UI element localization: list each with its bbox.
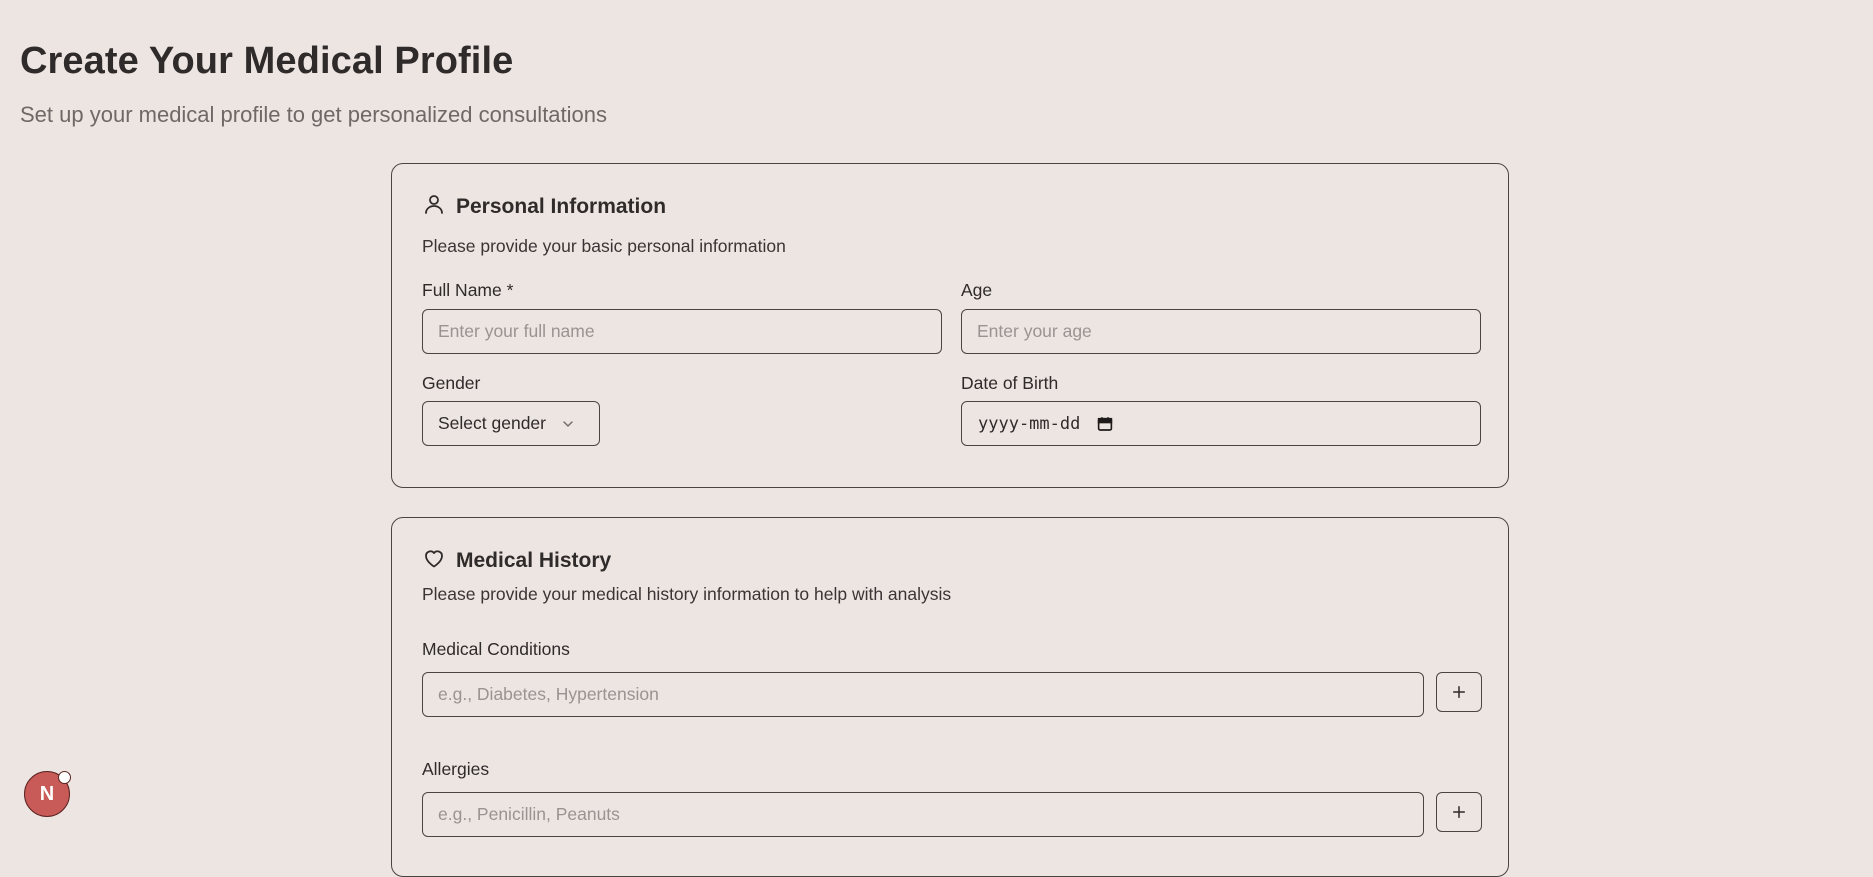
plus-icon — [1450, 803, 1468, 821]
medical-conditions-label: Medical Conditions — [422, 639, 570, 659]
avatar-letter: N — [39, 782, 55, 805]
date-of-birth-label: Date of Birth — [961, 373, 1059, 393]
personal-information-header: Personal Information — [422, 192, 666, 221]
age-input[interactable] — [961, 309, 1481, 354]
medical-history-header: Medical History — [422, 546, 611, 575]
add-allergy-button[interactable] — [1436, 792, 1482, 832]
medical-history-description: Please provide your medical history info… — [422, 584, 952, 604]
gender-label: Gender — [422, 373, 481, 393]
personal-information-title: Personal Information — [456, 194, 667, 218]
page-subtitle: Set up your medical profile to get perso… — [20, 102, 608, 127]
allergies-input[interactable] — [422, 792, 1424, 837]
date-of-birth-input[interactable]: yyyy-mm-dd — [961, 401, 1481, 446]
user-icon — [422, 192, 446, 221]
add-medical-condition-button[interactable] — [1436, 672, 1482, 712]
medical-history-title: Medical History — [456, 548, 612, 572]
gender-select-value: Select gender — [438, 413, 546, 433]
plus-icon — [1450, 683, 1468, 701]
allergies-label: Allergies — [422, 759, 490, 779]
gender-select[interactable]: Select gender — [422, 401, 600, 446]
medical-history-card: Medical History Please provide your medi… — [391, 517, 1509, 877]
heart-icon — [422, 546, 446, 575]
personal-information-card: Personal Information Please provide your… — [391, 163, 1509, 488]
notification-dot — [58, 771, 71, 784]
date-of-birth-value: yyyy-mm-dd — [978, 413, 1081, 434]
full-name-input[interactable] — [422, 309, 942, 354]
chevron-down-icon — [560, 416, 576, 432]
page-title: Create Your Medical Profile — [20, 40, 514, 82]
full-name-label: Full Name * — [422, 280, 514, 300]
personal-information-description: Please provide your basic personal infor… — [422, 236, 786, 256]
age-label: Age — [961, 280, 993, 300]
medical-conditions-input[interactable] — [422, 672, 1424, 717]
calendar-icon[interactable] — [1096, 415, 1114, 433]
